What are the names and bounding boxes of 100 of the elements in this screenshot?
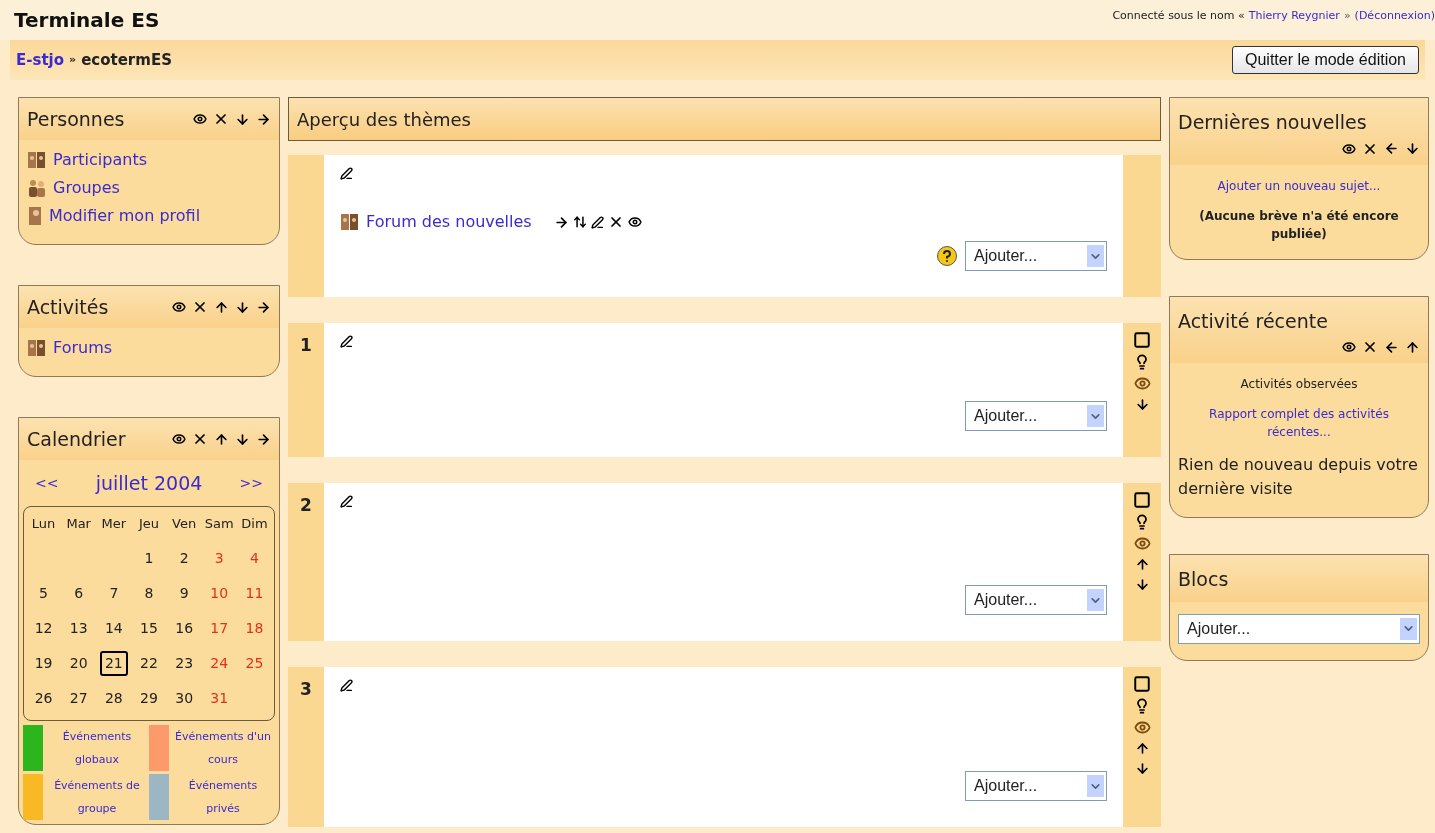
calendar-day[interactable]: 28 xyxy=(99,686,128,711)
block-title: Dernières nouvelles xyxy=(1178,110,1368,135)
pen-icon[interactable] xyxy=(340,167,353,180)
month-title[interactable]: juillet 2004 xyxy=(95,468,203,498)
people-icon xyxy=(340,212,360,232)
login-label: Connecté sous le nom « xyxy=(1112,8,1245,24)
calendar-day[interactable]: 16 xyxy=(170,616,199,641)
weekday-label: Lun xyxy=(30,515,57,534)
square-icon[interactable] xyxy=(1133,675,1151,693)
calendar-day[interactable]: 5 xyxy=(34,581,54,606)
logout-link[interactable]: (Déconnexion) xyxy=(1354,8,1435,25)
pen-icon[interactable] xyxy=(340,335,353,348)
lightbulb-icon[interactable] xyxy=(1134,354,1150,370)
calendar-day[interactable]: 9 xyxy=(174,581,194,606)
add-select[interactable]: Ajouter... xyxy=(1178,613,1420,644)
arrow-down-icon[interactable] xyxy=(1134,397,1150,412)
calendar-day[interactable]: 18 xyxy=(240,616,269,641)
legend-label[interactable]: Événements globaux xyxy=(45,725,149,771)
calendar-day[interactable]: 23 xyxy=(170,651,199,676)
calendar-day[interactable]: 20 xyxy=(64,651,93,676)
section-header-title: Aperçu des thèmes xyxy=(297,107,471,132)
block-title: Calendrier xyxy=(27,426,126,452)
calendar-day[interactable]: 8 xyxy=(139,581,159,606)
square-icon[interactable] xyxy=(1133,331,1151,349)
breadcrumb-link[interactable]: E-stjo xyxy=(16,48,65,72)
square-icon[interactable] xyxy=(1133,491,1151,509)
block-link[interactable]: Ajouter un nouveau sujet... xyxy=(1217,176,1381,195)
arrow-down-icon[interactable] xyxy=(235,111,250,127)
close-icon[interactable] xyxy=(192,431,208,447)
eye-icon[interactable] xyxy=(172,300,186,314)
calendar-day[interactable]: 21 xyxy=(99,651,128,676)
add-select[interactable]: Ajouter... xyxy=(965,401,1107,431)
close-icon[interactable] xyxy=(192,299,208,315)
block-link[interactable]: Modifier mon profil xyxy=(49,204,201,228)
exit-edit-mode-button[interactable]: Quitter le mode édition xyxy=(1232,46,1419,74)
pen-icon[interactable] xyxy=(340,679,353,692)
lightbulb-icon[interactable] xyxy=(1134,698,1150,714)
calendar-day[interactable]: 30 xyxy=(170,686,199,711)
lightbulb-icon[interactable] xyxy=(1134,514,1150,530)
close-icon[interactable] xyxy=(1362,339,1378,355)
next-month-link[interactable]: >> xyxy=(239,472,263,494)
pen-icon[interactable] xyxy=(590,215,604,229)
help-icon[interactable] xyxy=(937,246,957,266)
calendar-day[interactable]: 6 xyxy=(69,581,89,606)
calendar-day[interactable]: 11 xyxy=(240,581,269,606)
weekday-label: Mar xyxy=(65,515,92,534)
add-select[interactable]: Ajouter... xyxy=(965,241,1107,271)
eye-icon[interactable] xyxy=(627,215,642,229)
arrow-down-icon[interactable] xyxy=(235,431,250,447)
calendar-day[interactable]: 7 xyxy=(104,581,124,606)
block-link[interactable]: Participants xyxy=(53,148,147,172)
login-separator: » xyxy=(1343,8,1351,24)
calendar-day[interactable]: 26 xyxy=(29,686,58,711)
arrow-right-icon[interactable] xyxy=(256,299,271,315)
arrow-down-icon[interactable] xyxy=(1134,761,1150,776)
calendar-day[interactable]: 22 xyxy=(135,651,163,676)
arrow-right-icon[interactable] xyxy=(256,431,271,447)
legend-label[interactable]: Événements privés xyxy=(171,774,275,820)
block-link[interactable]: Groupes xyxy=(53,176,120,200)
block-title: Activités xyxy=(27,294,109,320)
calendar-day[interactable]: 13 xyxy=(64,616,93,641)
weekday-label: Ven xyxy=(171,515,198,534)
pen-icon[interactable] xyxy=(340,495,353,508)
weekday-label: Mer xyxy=(100,515,128,534)
people-icon xyxy=(27,150,47,170)
previous-month-link[interactable]: << xyxy=(35,472,59,494)
calendar-day[interactable]: 2 xyxy=(174,546,194,571)
arrow-right-icon[interactable] xyxy=(553,214,569,230)
eye-icon[interactable] xyxy=(1342,141,1356,156)
block-link[interactable]: Forums xyxy=(53,336,113,360)
group-icon xyxy=(27,178,47,198)
breadcrumb-current: ecotermES xyxy=(81,49,172,71)
add-select[interactable]: Ajouter... xyxy=(965,585,1107,615)
block-text: Rien de nouveau depuis votre dernière visite xyxy=(1178,454,1419,500)
calendar-day[interactable]: 3 xyxy=(209,546,229,571)
calendar-day[interactable]: 29 xyxy=(135,686,163,711)
arrow-down-icon[interactable] xyxy=(1134,577,1150,592)
eye-icon[interactable] xyxy=(1342,340,1356,354)
course-title: Terminale ES xyxy=(14,7,160,34)
calendar-day[interactable]: 15 xyxy=(135,616,163,641)
block-link[interactable]: Rapport complet des activités récentes... xyxy=(1178,405,1420,441)
legend-label[interactable]: Événements d'un cours xyxy=(171,725,275,771)
arrow-right-icon[interactable] xyxy=(256,111,271,127)
arrow-down-icon[interactable] xyxy=(1405,141,1420,156)
activity-link[interactable]: Forum des nouvelles xyxy=(366,210,532,234)
eye-icon[interactable] xyxy=(172,432,186,446)
legend-label[interactable]: Événements de groupe xyxy=(45,774,149,820)
eye-icon[interactable] xyxy=(193,112,207,126)
calendar-day[interactable]: 14 xyxy=(99,616,128,641)
calendar-day[interactable]: 12 xyxy=(29,616,58,641)
arrow-down-icon[interactable] xyxy=(235,299,250,315)
calendar-day[interactable]: 27 xyxy=(64,686,93,711)
calendar-day[interactable]: 1 xyxy=(139,546,159,571)
close-icon[interactable] xyxy=(213,111,229,127)
calendar-day[interactable]: 19 xyxy=(29,651,58,676)
up-down-arrows-icon[interactable] xyxy=(572,215,587,229)
user-link[interactable]: Thierry Reygnier xyxy=(1248,8,1340,25)
section-number: 2 xyxy=(300,494,312,517)
add-select[interactable]: Ajouter... xyxy=(965,771,1107,801)
section-number: 3 xyxy=(300,678,312,701)
